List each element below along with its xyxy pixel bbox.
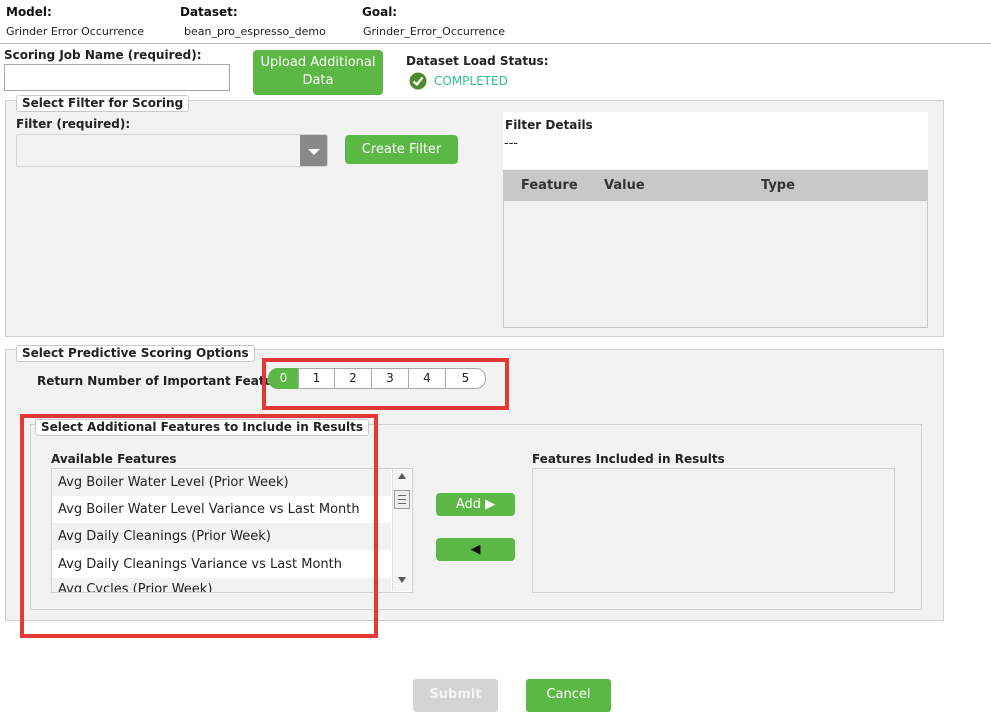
filter-details-title: Filter Details bbox=[505, 118, 593, 132]
goal-value: Grinder_Error_Occurrence bbox=[363, 25, 506, 38]
predictive-scoring-legend: Select Predictive Scoring Options bbox=[16, 345, 255, 362]
column-header-value: Value bbox=[604, 178, 645, 193]
included-features-list[interactable] bbox=[532, 468, 895, 593]
header-divider bbox=[0, 43, 991, 44]
model-label: Model: bbox=[6, 5, 52, 19]
return-features-label: Return Number of Important Features: bbox=[37, 374, 300, 388]
filter-details-table-body bbox=[503, 201, 928, 328]
filter-select[interactable] bbox=[16, 134, 328, 167]
job-name-label: Scoring Job Name (required): bbox=[4, 48, 202, 62]
scroll-up-icon[interactable] bbox=[398, 473, 406, 479]
goal-label: Goal: bbox=[362, 5, 398, 19]
add-feature-button[interactable]: Add ▶ bbox=[436, 493, 515, 516]
scroll-down-icon[interactable] bbox=[398, 577, 406, 583]
remove-feature-button[interactable]: ◀ bbox=[436, 538, 515, 561]
status-value: COMPLETED bbox=[434, 74, 508, 88]
chevron-down-icon[interactable] bbox=[300, 135, 327, 166]
column-header-type: Type bbox=[761, 178, 795, 193]
submit-button[interactable]: Submit bbox=[413, 679, 498, 712]
check-circle-icon bbox=[409, 72, 427, 90]
filter-label: Filter (required): bbox=[16, 117, 131, 131]
scroll-thumb[interactable] bbox=[394, 490, 410, 509]
filter-section-legend: Select Filter for Scoring bbox=[16, 95, 190, 112]
column-header-feature: Feature bbox=[521, 178, 578, 193]
job-name-input[interactable] bbox=[4, 64, 230, 91]
dataset-value: bean_pro_espresso_demo bbox=[184, 25, 326, 38]
cancel-button[interactable]: Cancel bbox=[526, 679, 611, 712]
included-features-label: Features Included in Results bbox=[532, 452, 725, 466]
upload-additional-data-button[interactable]: Upload Additional Data bbox=[253, 50, 383, 95]
dataset-load-status-label: Dataset Load Status: bbox=[406, 54, 549, 68]
highlight-box-feature-count bbox=[262, 358, 509, 410]
model-value: Grinder Error Occurrence bbox=[6, 25, 145, 38]
create-filter-button[interactable]: Create Filter bbox=[345, 135, 458, 164]
filter-details-value: --- bbox=[504, 136, 519, 151]
available-features-scrollbar[interactable] bbox=[392, 469, 412, 591]
dataset-label: Dataset: bbox=[180, 5, 238, 19]
highlight-box-additional-features bbox=[20, 414, 378, 638]
filter-details-table-header: Feature Value Type bbox=[503, 170, 928, 201]
